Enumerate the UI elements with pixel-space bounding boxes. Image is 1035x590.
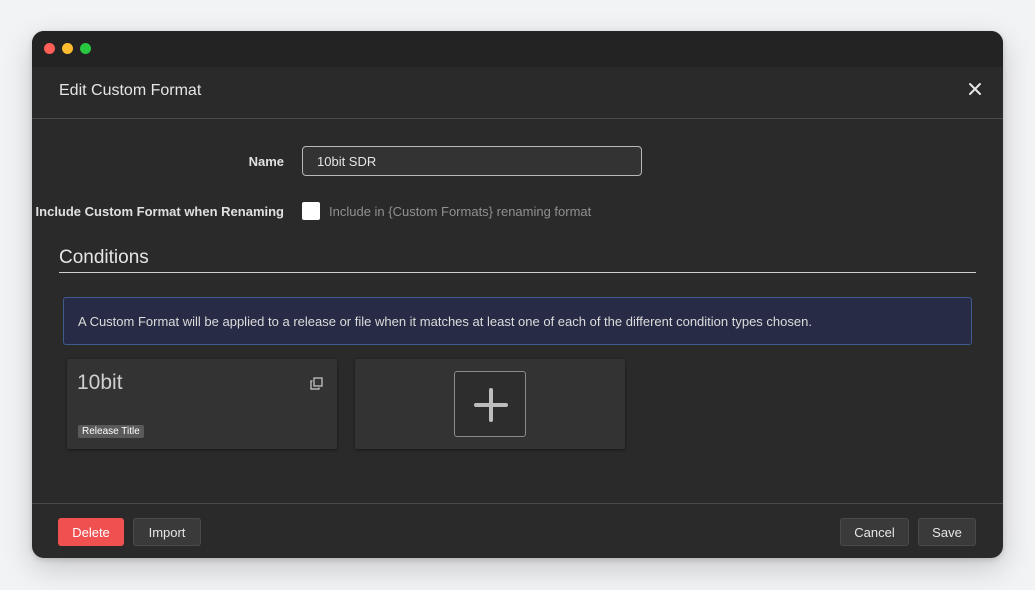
include-when-renaming-checkbox[interactable] — [302, 202, 320, 220]
conditions-divider — [59, 272, 976, 273]
add-condition-card — [355, 359, 625, 449]
add-condition-button[interactable] — [454, 371, 526, 437]
condition-name: 10bit — [77, 371, 123, 394]
window-minimize-dot[interactable] — [62, 43, 73, 54]
cancel-button[interactable]: Cancel — [840, 518, 909, 546]
condition-type-tag: Release Title — [78, 425, 144, 438]
clone-condition-button[interactable] — [310, 377, 323, 390]
modal-header: Edit Custom Format — [32, 67, 1003, 119]
name-input[interactable] — [302, 146, 642, 176]
close-icon — [969, 83, 981, 95]
name-label: Name — [248, 154, 284, 169]
modal-window: Edit Custom Format Name Include Custom F… — [32, 31, 1003, 558]
delete-button[interactable]: Delete — [58, 518, 124, 546]
import-button[interactable]: Import — [133, 518, 201, 546]
window-zoom-dot[interactable] — [80, 43, 91, 54]
save-button[interactable]: Save — [918, 518, 976, 546]
plus-icon — [474, 388, 508, 422]
clone-icon — [310, 377, 323, 390]
conditions-info-alert: A Custom Format will be applied to a rel… — [63, 297, 972, 345]
include-when-renaming-help: Include in {Custom Formats} renaming for… — [329, 204, 592, 219]
include-when-renaming-label: Include Custom Format when Renaming — [35, 204, 284, 219]
modal-footer: Delete Import Cancel Save — [32, 503, 1003, 558]
window-close-dot[interactable] — [44, 43, 55, 54]
window-titlebar — [32, 31, 1003, 67]
close-button[interactable] — [967, 81, 983, 97]
modal-title: Edit Custom Format — [59, 82, 202, 99]
condition-card-10bit[interactable]: 10bit Release Title — [67, 359, 337, 449]
conditions-heading: Conditions — [59, 247, 149, 268]
